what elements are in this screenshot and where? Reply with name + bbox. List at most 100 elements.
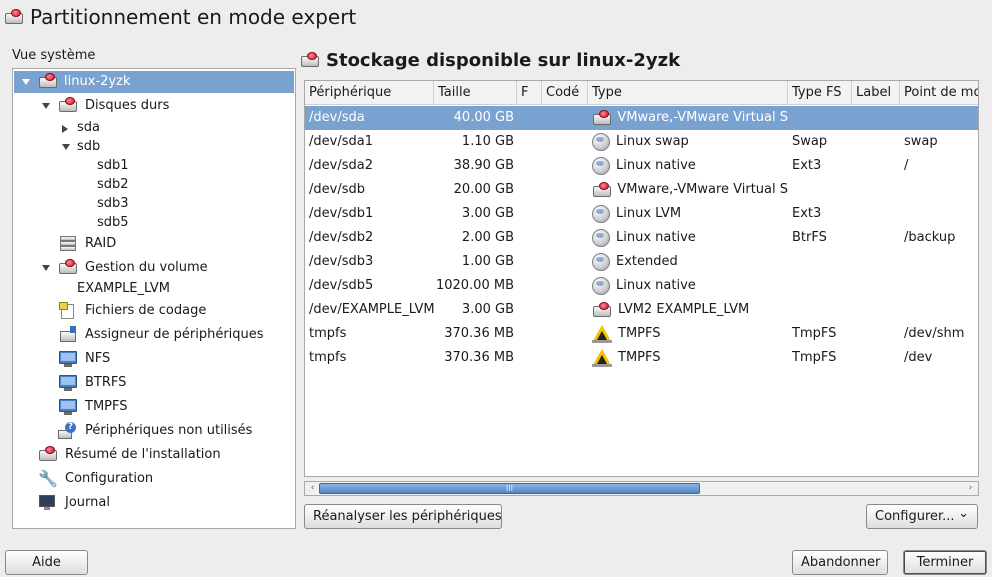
mount-point-cell: /dev	[904, 350, 933, 365]
column-header[interactable]: Taille	[434, 81, 517, 105]
hard-disk-icon	[38, 446, 58, 462]
tree-item[interactable]: Assigneur de périphériques	[14, 324, 294, 346]
expander-down-icon[interactable]	[42, 265, 50, 271]
finish-button[interactable]: Terminer	[903, 550, 987, 575]
tree-item[interactable]: Disques durs	[14, 95, 294, 117]
device-cell: /dev/sdb2	[309, 230, 374, 245]
tree-item[interactable]: sdb5	[14, 212, 294, 234]
device-cell: /dev/sda1	[309, 134, 373, 149]
scrollbar-thumb[interactable]: III	[319, 483, 700, 494]
mount-point-cell	[904, 178, 978, 202]
table-row[interactable]: /dev/sdb 20.00 GB VMware,-VMware Virtual S	[305, 178, 978, 202]
tree-item-label: Assigneur de périphériques	[85, 327, 264, 342]
expander-right-icon[interactable]	[62, 125, 68, 133]
size-cell: 1020.00 MB	[435, 278, 514, 293]
device-mapper-icon	[58, 326, 78, 344]
wrench-icon: 🔧	[38, 469, 58, 488]
help-button[interactable]: Aide	[5, 550, 88, 575]
device-cell: /dev/sda2	[309, 158, 373, 173]
table-row[interactable]: /dev/sda 40.00 GB VMware,-VMware Virtual S	[305, 106, 978, 130]
column-header[interactable]: Point de mo	[900, 81, 978, 105]
type-label: Linux native	[616, 158, 696, 173]
network-folder-icon	[58, 350, 78, 367]
tree-item-label: BTRFS	[85, 375, 127, 390]
hard-disk-icon	[592, 182, 611, 198]
hard-disk-icon	[592, 110, 611, 126]
type-label: Linux swap	[616, 134, 689, 149]
column-header[interactable]: Périphérique	[305, 81, 434, 105]
tree-item[interactable]: ? Périphériques non utilisés	[14, 420, 294, 442]
table-row[interactable]: /dev/EXAMPLE_LVM 3.00 GB LVM2 EXAMPLE_LVM	[305, 298, 978, 322]
horizontal-scrollbar[interactable]: ‹ III ›	[304, 481, 979, 496]
table-row[interactable]: /dev/sdb2 2.00 GB Linux native BtrFS/backup	[305, 226, 978, 250]
hard-disk-icon	[300, 52, 320, 68]
column-header[interactable]: F	[517, 81, 542, 105]
fs-type-cell: Ext3	[792, 206, 822, 221]
tree-item[interactable]: Résumé de l'installation	[14, 444, 294, 466]
size-cell: 38.90 GB	[453, 158, 514, 173]
device-cell: /dev/EXAMPLE_LVM	[309, 302, 434, 317]
tree-item[interactable]: 🔧 Configuration	[14, 468, 294, 490]
column-header[interactable]: Label	[852, 81, 900, 105]
tree-item[interactable]: RAID	[14, 233, 294, 255]
tree-item[interactable]: TMPFS	[14, 396, 294, 418]
table-row[interactable]: /dev/sdb1 3.00 GB Linux LVM Ext3	[305, 202, 978, 226]
mount-point-cell: /	[904, 158, 909, 173]
finish-label: Terminer	[916, 555, 974, 570]
size-cell: 1.10 GB	[461, 134, 514, 149]
expander-down-icon[interactable]	[22, 79, 30, 85]
size-cell: 1.00 GB	[461, 254, 514, 269]
expander-down-icon[interactable]	[62, 144, 70, 150]
device-cell: /dev/sda	[309, 110, 365, 125]
network-folder-icon	[58, 398, 78, 415]
tree-item-label: NFS	[85, 351, 111, 366]
table-row[interactable]: /dev/sda1 1.10 GB Linux swap Swap swap	[305, 130, 978, 154]
storage-table[interactable]: Périphérique Taille F Codé Type Type FS Label P…	[304, 80, 979, 477]
log-icon	[38, 494, 58, 512]
partition-icon	[592, 277, 610, 295]
tree-item[interactable]: Fichiers de codage	[14, 300, 294, 322]
device-cell: tmpfs	[309, 350, 347, 365]
table-row[interactable]: /dev/sda2 38.90 GB Linux native Ext3 /	[305, 154, 978, 178]
scroll-right-icon[interactable]: ›	[964, 482, 977, 495]
raid-icon	[58, 235, 78, 253]
column-header[interactable]: Type	[588, 81, 788, 105]
configure-button[interactable]: Configurer... ⌄	[866, 504, 978, 529]
tree-item[interactable]: Journal	[14, 492, 294, 514]
device-cell: /dev/sdb5	[309, 278, 374, 293]
tree-item[interactable]: EXAMPLE_LVM	[14, 278, 294, 300]
type-cell: Extended	[592, 250, 788, 274]
tree-item-label: sdb3	[97, 196, 129, 211]
panel-title: Stockage disponible sur linux-2yzk	[326, 49, 681, 71]
tree-item-label: sdb5	[97, 215, 129, 230]
abort-button[interactable]: Abandonner	[792, 550, 888, 575]
tree-item-label: linux-2yzk	[64, 74, 131, 89]
scroll-left-icon[interactable]: ‹	[306, 482, 319, 495]
tree-item[interactable]: linux-2yzk	[14, 71, 294, 93]
fs-type-cell	[792, 106, 852, 130]
column-header[interactable]: Type FS	[788, 81, 852, 105]
type-cell: VMware,-VMware Virtual S	[592, 106, 788, 130]
table-row[interactable]: /dev/sdb3 1.00 GB Extended	[305, 250, 978, 274]
tree-item[interactable]: NFS	[14, 348, 294, 370]
tree-item[interactable]: Gestion du volume	[14, 257, 294, 279]
chevron-down-icon: ⌄	[958, 506, 969, 521]
tree-item-label: TMPFS	[85, 399, 128, 414]
tree-item-label: EXAMPLE_LVM	[77, 281, 170, 296]
table-row[interactable]: /dev/sdb5 1020.00 MB Linux native	[305, 274, 978, 298]
fs-type-cell: TmpFS	[792, 350, 837, 365]
device-cell: /dev/sdb	[309, 182, 365, 197]
panel-header: Stockage disponible sur linux-2yzk	[300, 46, 680, 74]
type-label: VMware,-VMware Virtual S	[617, 182, 788, 197]
table-row[interactable]: tmpfs 370.36 MB TMPFS TmpFS/dev	[305, 346, 978, 370]
size-cell: 2.00 GB	[461, 230, 514, 245]
title-bar: Partitionnement en mode expert	[4, 4, 356, 30]
partition-icon	[592, 157, 610, 175]
rescan-devices-button[interactable]: Réanalyser les périphériques	[304, 504, 502, 529]
table-row[interactable]: tmpfs 370.36 MB TMPFS TmpFS/dev/shm	[305, 322, 978, 346]
tree-item[interactable]: BTRFS	[14, 372, 294, 394]
system-view-tree[interactable]: linux-2yzk Disques durs sda sdb sdb1 sdb2 sdb3…	[12, 68, 296, 529]
device-cell: /dev/sdb3	[309, 254, 374, 269]
column-header[interactable]: Codé	[542, 81, 588, 105]
expander-down-icon[interactable]	[42, 103, 50, 109]
